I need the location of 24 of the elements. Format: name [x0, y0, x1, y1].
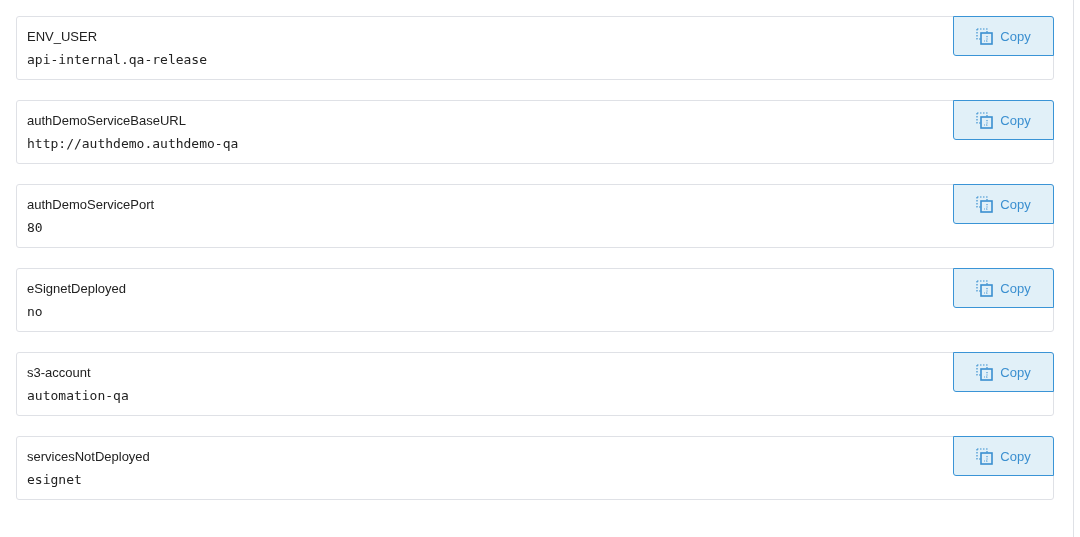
variable-value: api-internal.qa-release [27, 52, 207, 67]
variable-value: 80 [27, 220, 43, 235]
variable-value: http://authdemo.authdemo-qa [27, 136, 239, 151]
copy-icon [976, 111, 994, 129]
variable-name: s3-account [27, 365, 91, 380]
copy-button[interactable]: Copy [953, 436, 1054, 476]
copy-button[interactable]: Copy [953, 16, 1054, 56]
copy-icon [976, 363, 994, 381]
copy-icon [976, 27, 994, 45]
variable-name: authDemoServiceBaseURL [27, 113, 186, 128]
variable-name: authDemoServicePort [27, 197, 155, 212]
variable-value: automation-qa [27, 388, 129, 403]
variable-name: servicesNotDeployed [27, 449, 150, 464]
variable-value: esignet [27, 472, 82, 487]
variable-name: eSignetDeployed [27, 281, 127, 296]
copy-button[interactable]: Copy [953, 268, 1054, 308]
variable-name: ENV_USER [27, 29, 98, 44]
copy-icon [976, 447, 994, 465]
copy-button[interactable]: Copy [953, 100, 1054, 140]
copy-button[interactable]: Copy [953, 184, 1054, 224]
variable-value: no [27, 304, 43, 319]
copy-icon [976, 279, 994, 297]
copy-icon [976, 195, 994, 213]
copy-button[interactable]: Copy [953, 352, 1054, 392]
